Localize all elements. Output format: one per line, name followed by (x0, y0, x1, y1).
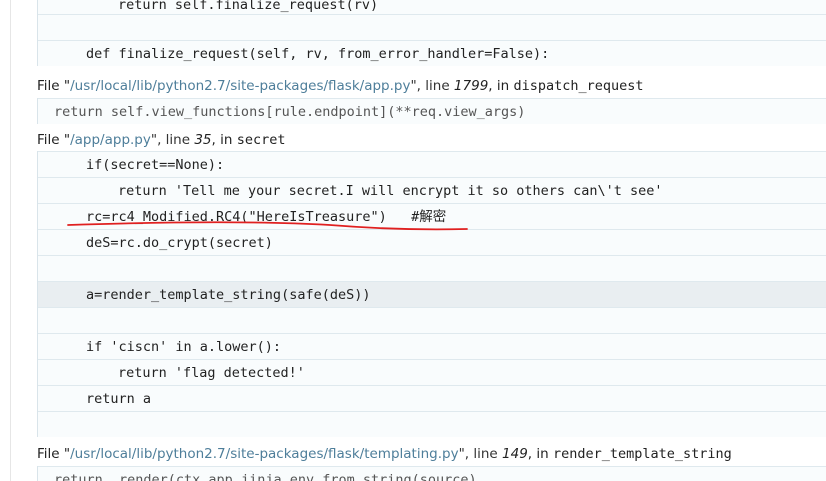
file-prefix: File " (37, 132, 71, 148)
line-number: 149 (502, 446, 528, 462)
code-line-annotated: rc=rc4_Modified.RC4("HereIsTreasure") #解… (38, 203, 826, 229)
in-label: , in (488, 78, 514, 94)
code-line: return 'Tell me your secret.I will encry… (38, 177, 826, 203)
code-line-text: def finalize_request(self, rv, from_erro… (86, 46, 550, 62)
code-line-text: if 'ciscn' in a.lower(): (86, 339, 282, 355)
code-line: return 'flag detected!' (38, 359, 826, 385)
code-line (38, 307, 826, 333)
traceback-frame-header: File "/usr/local/lib/python2.7/site-pack… (37, 444, 732, 464)
code-snippet[interactable]: return self.view_functions[rule.endpoint… (37, 98, 826, 124)
code-line-text: return 'flag detected!' (118, 365, 305, 381)
code-snippet-secret[interactable]: if(secret==None): return 'Tell me your s… (37, 151, 826, 437)
page-left-rule (10, 0, 11, 481)
line-label: ", line (150, 132, 195, 148)
file-path-link[interactable]: /usr/local/lib/python2.7/site-packages/f… (70, 446, 458, 462)
file-path-link[interactable]: /usr/local/lib/python2.7/site-packages/f… (70, 78, 410, 94)
code-snippet-top: return self.finalize_request(rv) def fin… (37, 0, 826, 66)
function-name: secret (236, 132, 286, 148)
line-label: ", line (458, 446, 503, 462)
code-line-current[interactable]: return _render(ctx.app.jinja_env.from_st… (38, 466, 826, 481)
code-line-text: deS=rc.do_crypt(secret) (86, 235, 273, 251)
line-number: 1799 (453, 78, 489, 94)
code-line-text: return self.view_functions[rule.endpoint… (54, 104, 526, 120)
code-line: deS=rc.do_crypt(secret) (38, 229, 826, 255)
code-line (38, 14, 826, 40)
file-prefix: File " (37, 78, 71, 94)
file-path-link[interactable]: /app/app.py (70, 132, 151, 148)
code-line-text: return a (86, 391, 152, 407)
code-line-text: rc=rc4_Modified.RC4("HereIsTreasure") #解… (86, 209, 447, 225)
code-line: return a (38, 385, 826, 411)
file-prefix: File " (37, 446, 71, 462)
in-label: , in (211, 132, 237, 148)
code-line: if 'ciscn' in a.lower(): (38, 333, 826, 359)
code-line-text: return self.finalize_request(rv) (118, 0, 379, 13)
code-line (38, 411, 826, 437)
code-line-text: a=render_template_string(safe(deS)) (86, 287, 371, 303)
code-snippet[interactable]: return _render(ctx.app.jinja_env.from_st… (37, 466, 826, 481)
function-name: render_template_string (552, 446, 732, 462)
code-line: if(secret==None): (38, 151, 826, 177)
code-line-text: return _render(ctx.app.jinja_env.from_st… (54, 472, 485, 481)
in-label: , in (527, 446, 553, 462)
line-number: 35 (194, 132, 212, 148)
code-line (38, 255, 826, 281)
code-line-text: if(secret==None): (86, 157, 225, 173)
code-line-current[interactable]: a=render_template_string(safe(deS)) (38, 281, 826, 307)
traceback-frame-header: File "/app/app.py", line 35, in secret (37, 130, 285, 150)
function-name: dispatch_request (513, 78, 644, 94)
code-line: def finalize_request(self, rv, from_erro… (38, 40, 826, 66)
line-label: ", line (410, 78, 454, 94)
code-line-text: return 'Tell me your secret.I will encry… (118, 183, 663, 199)
traceback-frame-header: File "/usr/local/lib/python2.7/site-pack… (37, 76, 644, 96)
code-line-current[interactable]: return self.view_functions[rule.endpoint… (38, 98, 826, 124)
